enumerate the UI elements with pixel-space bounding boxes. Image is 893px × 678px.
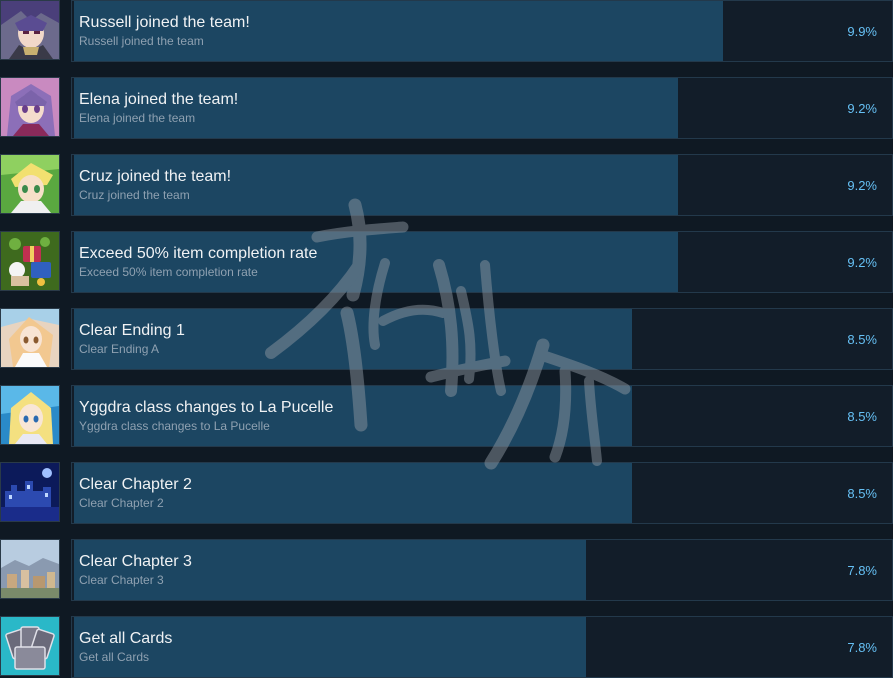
achievement-row[interactable]: Clear Ending 1 Clear Ending A 8.5% (0, 291, 893, 370)
castle-night-icon (0, 462, 60, 522)
achievement-percent: 8.5% (847, 332, 877, 347)
achievement-title: Clear Chapter 3 (79, 553, 192, 570)
achievement-title: Russell joined the team! (79, 14, 250, 31)
achievement-panel: Clear Chapter 3 Clear Chapter 3 7.8% (71, 539, 893, 601)
achievement-description: Clear Chapter 3 (79, 573, 164, 587)
cruz-portrait-icon (0, 154, 60, 214)
yggdra-portrait-icon (0, 385, 60, 445)
achievement-row[interactable]: Clear Chapter 3 Clear Chapter 3 7.8% (0, 522, 893, 601)
achievement-list: Russell joined the team! Russell joined … (0, 0, 893, 678)
achievement-row[interactable]: Elena joined the team! Elena joined the … (0, 60, 893, 139)
achievement-description: Russell joined the team (79, 34, 204, 48)
item-pile-icon (0, 231, 60, 291)
achievement-percent: 8.5% (847, 409, 877, 424)
achievement-percent: 9.2% (847, 255, 877, 270)
russell-portrait-icon (0, 0, 60, 60)
achievement-panel: Get all Cards Get all Cards 7.8% (71, 616, 893, 678)
achievement-panel: Exceed 50% item completion rate Exceed 5… (71, 231, 893, 293)
achievement-description: Clear Chapter 2 (79, 496, 164, 510)
achievement-title: Elena joined the team! (79, 91, 239, 108)
cards-icon (0, 616, 60, 676)
achievement-percent: 7.8% (847, 563, 877, 578)
achievement-panel: Russell joined the team! Russell joined … (71, 0, 893, 62)
achievement-percent: 8.5% (847, 486, 877, 501)
achievement-row[interactable]: Yggdra class changes to La Pucelle Yggdr… (0, 368, 893, 447)
achievement-description: Elena joined the team (79, 111, 196, 125)
achievement-title: Cruz joined the team! (79, 168, 232, 185)
ending-portrait-icon (0, 308, 60, 368)
achievement-percent: 9.9% (847, 24, 877, 39)
achievement-panel: Clear Ending 1 Clear Ending A 8.5% (71, 308, 893, 370)
achievement-panel: Cruz joined the team! Cruz joined the te… (71, 154, 893, 216)
elena-portrait-icon (0, 77, 60, 137)
achievement-percent: 9.2% (847, 178, 877, 193)
achievement-description: Yggdra class changes to La Pucelle (79, 419, 270, 433)
achievement-description: Exceed 50% item completion rate (79, 265, 258, 279)
town-view-icon (0, 539, 60, 599)
achievement-panel: Clear Chapter 2 Clear Chapter 2 8.5% (71, 462, 893, 524)
achievement-title: Yggdra class changes to La Pucelle (79, 399, 334, 416)
achievement-description: Clear Ending A (79, 342, 160, 356)
achievement-row[interactable]: Get all Cards Get all Cards 7.8% (0, 599, 893, 678)
achievement-row[interactable]: Cruz joined the team! Cruz joined the te… (0, 137, 893, 216)
achievement-description: Get all Cards (79, 650, 150, 664)
achievement-panel: Elena joined the team! Elena joined the … (71, 77, 893, 139)
achievement-title: Exceed 50% item completion rate (79, 245, 318, 262)
achievement-row[interactable]: Clear Chapter 2 Clear Chapter 2 8.5% (0, 445, 893, 524)
achievement-description: Cruz joined the team (79, 188, 190, 202)
achievement-title: Clear Chapter 2 (79, 476, 192, 493)
achievement-percent: 9.2% (847, 101, 877, 116)
achievement-percent: 7.8% (847, 640, 877, 655)
achievement-title: Clear Ending 1 (79, 322, 185, 339)
achievement-panel: Yggdra class changes to La Pucelle Yggdr… (71, 385, 893, 447)
achievement-row[interactable]: Exceed 50% item completion rate Exceed 5… (0, 214, 893, 293)
achievement-row[interactable]: Russell joined the team! Russell joined … (0, 0, 893, 62)
achievement-title: Get all Cards (79, 630, 173, 647)
